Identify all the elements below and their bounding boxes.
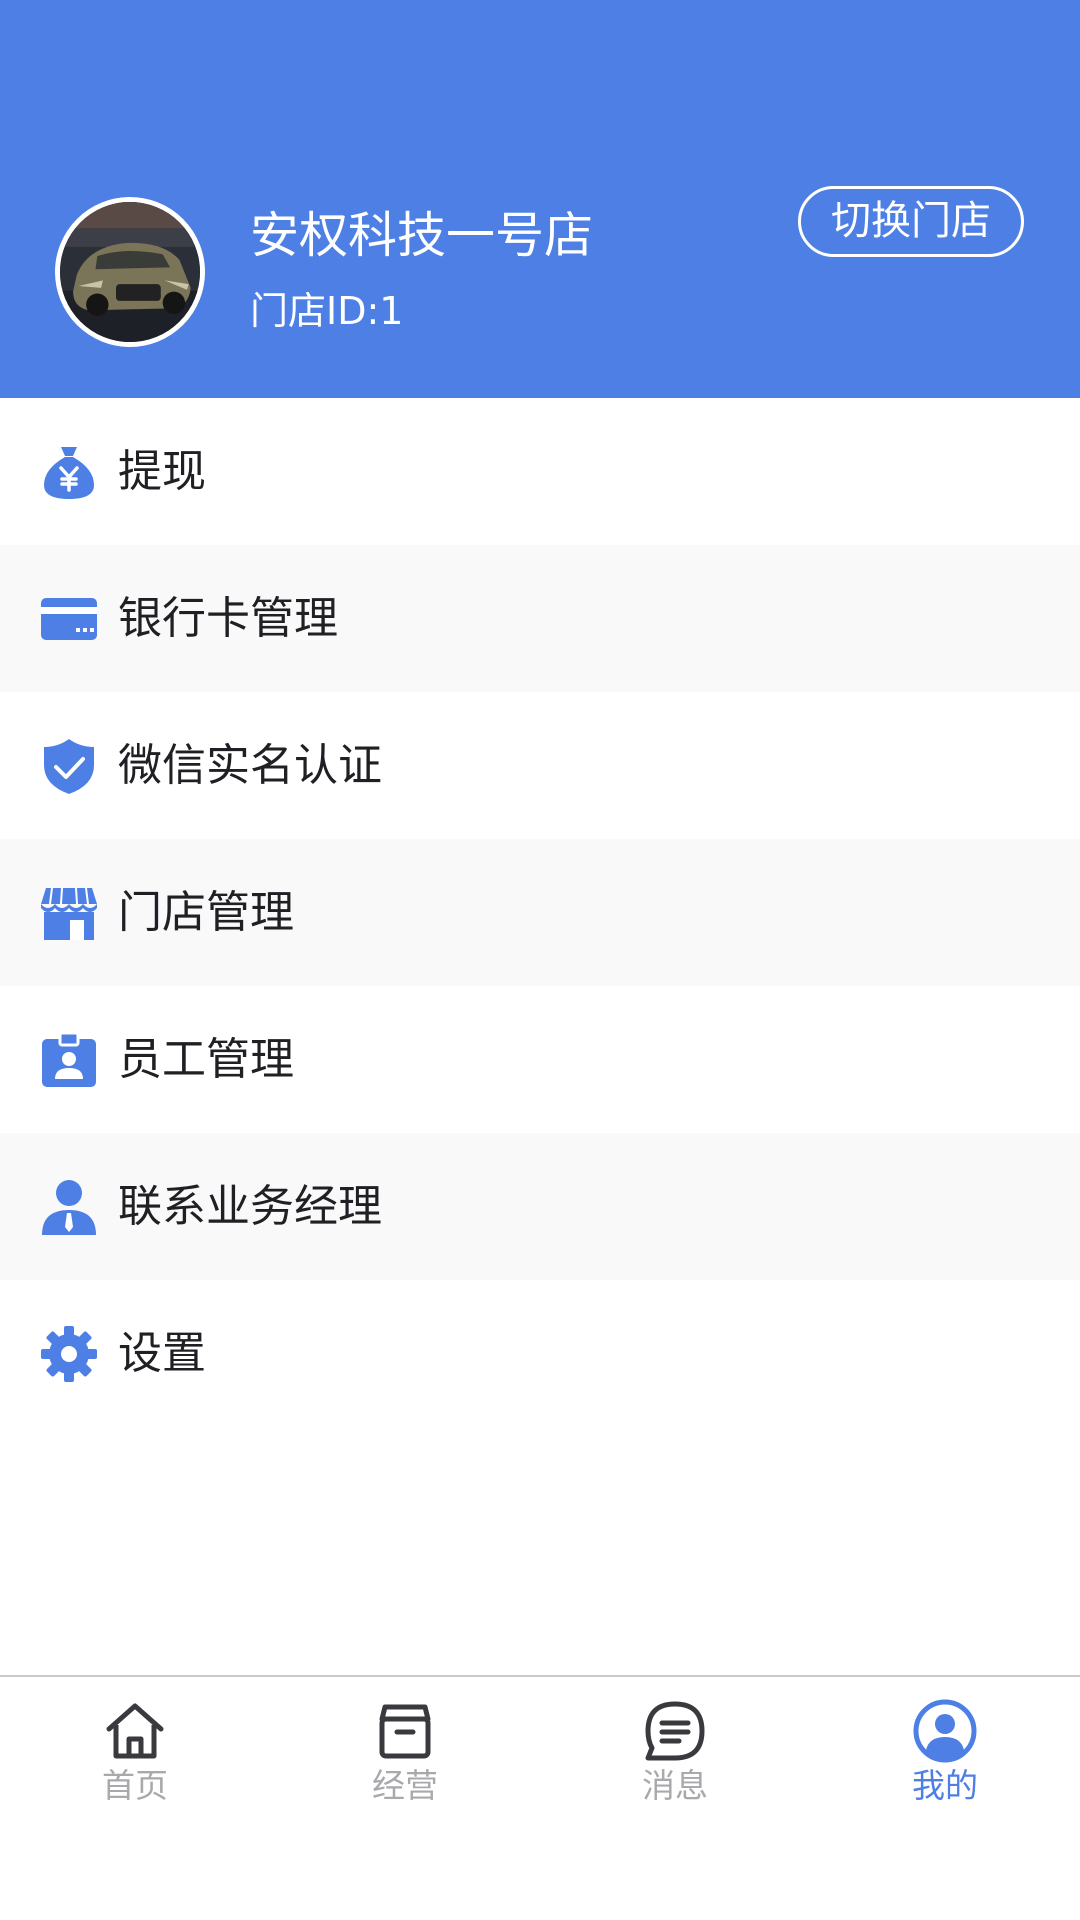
message-icon [643, 1699, 707, 1763]
tab-business[interactable]: 经营 [270, 1699, 540, 1819]
storefront-icon [40, 884, 98, 942]
tab-label: 经营 [372, 1766, 438, 1805]
profile-icon [913, 1699, 977, 1763]
menu-item-withdraw[interactable]: 提现 [0, 398, 1080, 545]
switch-store-button[interactable]: 切换门店 [798, 186, 1024, 257]
menu-item-bank-card[interactable]: 银行卡管理 [0, 545, 1080, 692]
tab-messages[interactable]: 消息 [540, 1699, 810, 1819]
employee-badge-icon [40, 1031, 98, 1089]
menu-item-store-management[interactable]: 门店管理 [0, 839, 1080, 986]
menu-item-label: 联系业务经理 [118, 1181, 382, 1232]
menu-item-label: 银行卡管理 [118, 593, 338, 644]
tab-home[interactable]: 首页 [0, 1699, 270, 1819]
home-icon [103, 1699, 167, 1763]
car-photo-image [60, 202, 200, 342]
bottom-tab-bar: 首页 经营 消息 我的 [0, 1675, 1080, 1920]
shield-check-icon [40, 737, 98, 795]
menu-item-label: 微信实名认证 [118, 740, 382, 791]
menu-item-label: 门店管理 [118, 887, 294, 938]
menu-item-contact-manager[interactable]: 联系业务经理 [0, 1133, 1080, 1280]
store-id: 门店ID:1 [250, 289, 404, 333]
box-icon [373, 1699, 437, 1763]
gear-icon [40, 1325, 98, 1383]
money-bag-icon [40, 443, 98, 501]
store-header: 安权科技一号店 门店ID:1 切换门店 [0, 0, 1080, 398]
tab-label: 我的 [912, 1766, 978, 1805]
tab-mine[interactable]: 我的 [810, 1699, 1080, 1819]
menu-item-label: 设置 [118, 1328, 206, 1379]
menu-item-label: 提现 [118, 446, 206, 497]
menu-item-staff-management[interactable]: 员工管理 [0, 986, 1080, 1133]
bank-card-icon [40, 590, 98, 648]
store-name: 安权科技一号店 [250, 207, 594, 264]
manager-person-icon [40, 1178, 98, 1236]
tab-label: 首页 [102, 1766, 168, 1805]
menu-item-label: 员工管理 [118, 1034, 294, 1085]
menu-item-wechat-verify[interactable]: 微信实名认证 [0, 692, 1080, 839]
menu-list: 提现 银行卡管理 微信实名认证 门店管理 员工管理 联系业务经理 设置 [0, 398, 1080, 1427]
menu-item-settings[interactable]: 设置 [0, 1280, 1080, 1427]
tab-label: 消息 [642, 1766, 708, 1805]
store-avatar[interactable] [55, 197, 205, 347]
